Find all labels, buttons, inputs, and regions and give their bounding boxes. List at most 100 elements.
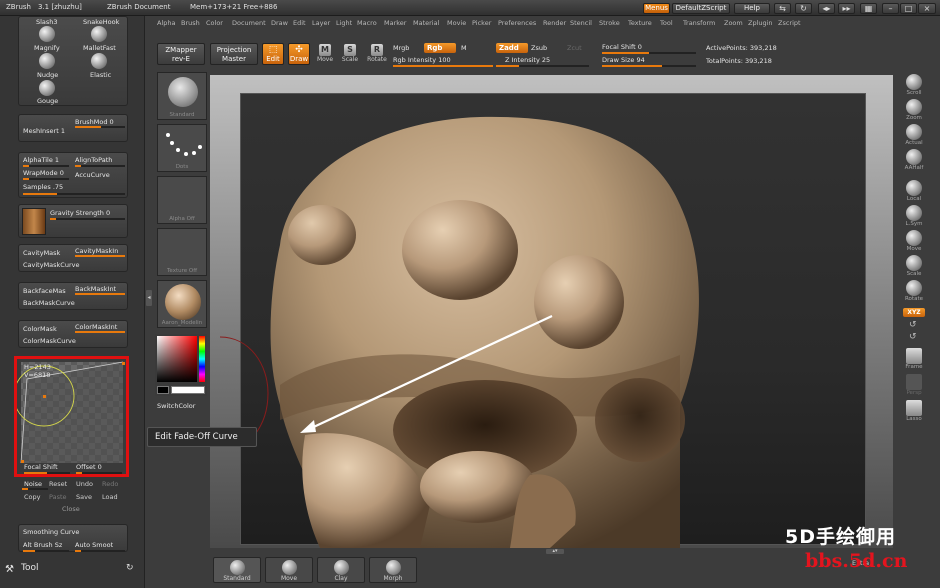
draw-size-track[interactable] — [602, 65, 696, 67]
accucurve-button[interactable]: AccuCurve — [75, 171, 110, 179]
noise-button[interactable]: Noise — [24, 480, 42, 488]
brushmod-slider[interactable]: BrushMod 0 — [75, 118, 114, 126]
menu-transform[interactable]: Transform — [683, 19, 715, 27]
alphatile-track[interactable] — [23, 165, 69, 167]
close-curve-button[interactable]: Close — [62, 505, 80, 513]
viewport-sculpt[interactable] — [210, 75, 893, 548]
rotate-mode-button[interactable]: R Rotate — [365, 43, 389, 67]
lasso-tool[interactable]: Lasso — [902, 400, 926, 424]
zsub-button[interactable]: Zsub — [531, 44, 547, 52]
cavitymaskint-slider[interactable]: CavityMaskIn — [75, 247, 118, 255]
rgb-intensity-slider[interactable]: Rgb Intensity 100 — [393, 56, 451, 64]
focal-shift-top-track[interactable] — [602, 52, 696, 54]
aligntopath-track[interactable] — [75, 165, 125, 167]
nudge-brush-icon[interactable] — [39, 53, 55, 69]
smoothing-curve-button[interactable]: Smoothing Curve — [23, 528, 79, 536]
switchcolor-button[interactable]: SwitchColor — [157, 402, 195, 410]
menu-material[interactable]: Material — [413, 19, 439, 27]
offset-slider[interactable]: Offset 0 — [76, 463, 102, 471]
colormaskcurve-button[interactable]: ColorMaskCurve — [23, 337, 76, 345]
zadd-button[interactable]: Zadd — [496, 43, 528, 53]
scale-mode-button[interactable]: S Scale — [338, 43, 362, 67]
focal-shift-slider[interactable]: Focal Shift — [24, 463, 58, 471]
samples-track[interactable] — [23, 193, 125, 195]
menu-document[interactable]: Document — [232, 19, 266, 27]
skip-icon[interactable]: ▸▸ — [838, 3, 855, 14]
z-intensity-track[interactable] — [496, 65, 589, 67]
maximize-icon[interactable]: □ — [900, 3, 917, 14]
gouge-brush-icon[interactable] — [39, 80, 55, 96]
magnify-brush-icon[interactable] — [39, 26, 55, 42]
actual-tool[interactable]: Actual — [902, 124, 926, 148]
gravity-strength-slider[interactable]: Gravity Strength 0 — [50, 209, 110, 217]
offset-track[interactable] — [76, 472, 122, 474]
paste-button[interactable]: Paste — [49, 493, 67, 501]
fade-off-curve-editor[interactable]: H=2143 V=6818 Focal Shift Offset 0 — [14, 356, 129, 477]
wrapmode-track[interactable] — [23, 178, 69, 180]
close-icon[interactable]: × — [918, 3, 936, 14]
colormask-button[interactable]: ColorMask — [23, 325, 57, 333]
menu-preferences[interactable]: Preferences — [498, 19, 536, 27]
gravity-strength-track[interactable] — [50, 218, 125, 220]
menu-zplugin[interactable]: Zplugin — [748, 19, 773, 27]
rotate-z-icon[interactable]: ↺ — [909, 332, 917, 342]
brush-magnify[interactable]: Magnify — [34, 44, 60, 52]
bottom-brush-standard[interactable]: Standard — [213, 557, 261, 583]
backfacemask-button[interactable]: BackfaceMas — [23, 287, 66, 295]
reset-button[interactable]: Reset — [49, 480, 67, 488]
projection-master-button[interactable]: Projection Master — [210, 43, 258, 65]
cavitymaskcurve-button[interactable]: CavityMaskCurve — [23, 261, 80, 269]
brush-malletfast[interactable]: MalletFast — [83, 44, 116, 52]
auto-smooth-slider[interactable]: Auto Smoot — [75, 541, 113, 549]
zmapper-button[interactable]: ZMapper rev-E — [157, 43, 205, 65]
bottom-tray-toggle[interactable]: ▴▾ — [546, 549, 564, 554]
default-zscript-button[interactable]: DefaultZScript — [672, 3, 730, 14]
redo-button[interactable]: Redo — [102, 480, 118, 488]
refresh-icon[interactable]: ↻ — [126, 563, 134, 573]
xyz-button[interactable]: XYZ — [903, 308, 925, 317]
toggle-arrows-icon[interactable]: ⇆ — [774, 3, 791, 14]
bottom-brush-clay[interactable]: Clay — [317, 557, 365, 583]
draw-mode-button[interactable]: ✣ Draw — [288, 43, 310, 65]
left-tray-toggle[interactable]: ◂ — [146, 290, 152, 306]
alt-brush-track[interactable] — [23, 550, 69, 552]
menu-zoom[interactable]: Zoom — [724, 19, 743, 27]
frame-tool[interactable]: Frame — [902, 348, 926, 372]
elastic-brush-icon[interactable] — [91, 53, 107, 69]
scale-tool[interactable]: Scale — [902, 255, 926, 279]
local-tool[interactable]: Local — [902, 180, 926, 204]
alphatile-slider[interactable]: AlphaTile 1 — [23, 156, 59, 164]
lsym-tool[interactable]: L.Sym — [902, 205, 926, 229]
palette-icon[interactable]: ▦ — [860, 3, 877, 14]
brush-nudge[interactable]: Nudge — [37, 71, 58, 79]
menu-macro[interactable]: Macro — [357, 19, 377, 27]
loop-icon[interactable]: ↻ — [795, 3, 812, 14]
edit-mode-button[interactable]: ⬚ Edit — [262, 43, 284, 65]
focal-shift-track[interactable] — [24, 472, 70, 474]
undo-button[interactable]: Undo — [76, 480, 93, 488]
menu-render[interactable]: Render — [543, 19, 566, 27]
brush-thumbnail[interactable]: Standard — [157, 72, 207, 120]
menu-draw[interactable]: Draw — [271, 19, 288, 27]
backmaskint-slider[interactable]: BackMaskInt — [75, 285, 116, 293]
focal-shift-top-slider[interactable]: Focal Shift 0 — [602, 43, 642, 51]
zcut-button[interactable]: Zcut — [567, 44, 582, 52]
help-button[interactable]: Help — [734, 3, 770, 14]
menu-color[interactable]: Color — [206, 19, 223, 27]
move-mode-button[interactable]: M Move — [313, 43, 337, 67]
auto-smooth-track[interactable] — [75, 550, 125, 552]
menu-light[interactable]: Light — [336, 19, 352, 27]
samples-slider[interactable]: Samples .75 — [23, 183, 63, 191]
move-tool[interactable]: Move — [902, 230, 926, 254]
menu-texture[interactable]: Texture — [628, 19, 652, 27]
aahalf-tool[interactable]: AAHalf — [902, 149, 926, 173]
color-picker[interactable] — [155, 334, 207, 396]
menu-tool[interactable]: Tool — [660, 19, 673, 27]
menu-stroke[interactable]: Stroke — [599, 19, 620, 27]
color-square[interactable] — [157, 336, 197, 382]
backmaskcurve-button[interactable]: BackMaskCurve — [23, 299, 75, 307]
material-thumbnail[interactable]: Aaron_Modelin — [157, 280, 207, 328]
texture-thumbnail[interactable]: Texture Off — [157, 228, 207, 276]
menu-zscript[interactable]: Zscript — [778, 19, 801, 27]
alpha-thumbnail[interactable]: Alpha Off — [157, 176, 207, 224]
